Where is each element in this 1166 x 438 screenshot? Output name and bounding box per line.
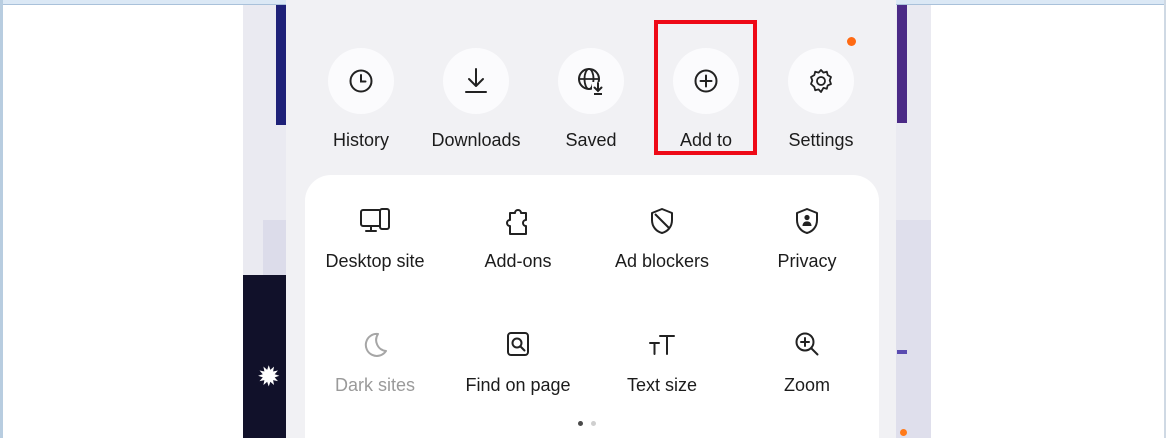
zoom-button[interactable]: Zoom (737, 327, 877, 396)
tools-card: Desktop site Add-ons Ad blockers Privacy… (305, 175, 879, 438)
settings-button[interactable]: Settings (761, 48, 881, 151)
zoom-label: Zoom (783, 375, 830, 395)
privacy-shield-icon (796, 208, 818, 234)
saved-button[interactable]: Saved (531, 48, 651, 151)
ad-blockers-label: Ad blockers (614, 251, 710, 271)
history-button[interactable]: History (301, 48, 421, 151)
settings-label: Settings (788, 130, 854, 150)
add-ons-label: Add-ons (484, 251, 552, 271)
gear-icon (810, 69, 832, 93)
saved-globe-icon (578, 68, 604, 95)
page-dot-active[interactable] (578, 421, 583, 426)
ad-blockers-button[interactable]: Ad blockers (592, 203, 732, 272)
desktop-icon (360, 208, 390, 232)
text-size-icon (649, 335, 675, 355)
background-dark-shape (243, 275, 291, 438)
history-label: History (332, 130, 389, 150)
page-dot[interactable] (591, 421, 596, 426)
background-gear-icon: ✹ (257, 361, 281, 392)
page-indicator (578, 421, 596, 426)
highlight-box (654, 20, 757, 155)
privacy-label: Privacy (777, 251, 837, 271)
moon-icon (364, 332, 387, 357)
dark-sites-button[interactable]: Dark sites (305, 327, 445, 396)
dark-sites-label: Dark sites (334, 375, 415, 395)
downloads-icon-circle (443, 48, 509, 114)
text-size-label: Text size (626, 375, 698, 395)
shield-block-icon (651, 208, 673, 234)
saved-label: Saved (565, 130, 617, 150)
privacy-button[interactable]: Privacy (737, 203, 877, 272)
desktop-site-button[interactable]: Desktop site (305, 203, 445, 272)
settings-icon-circle (788, 48, 854, 114)
saved-icon-circle (558, 48, 624, 114)
zoom-in-icon (795, 332, 819, 356)
background-orange-dot (900, 429, 907, 436)
downloads-button[interactable]: Downloads (416, 48, 536, 151)
desktop-site-label: Desktop site (325, 251, 425, 271)
download-icon (465, 68, 487, 93)
clock-icon (349, 69, 373, 93)
background-purple-bar (897, 5, 907, 123)
text-size-button[interactable]: Text size (592, 327, 732, 396)
downloads-label: Downloads (431, 130, 521, 150)
add-ons-button[interactable]: Add-ons (448, 203, 588, 272)
history-icon-circle (328, 48, 394, 114)
settings-notification-dot (847, 37, 856, 46)
background-stripe (897, 350, 907, 354)
quick-actions-row: History Downloads Saved Add to Settings (286, 0, 896, 160)
puzzle-icon (506, 209, 527, 235)
window-left-border (0, 0, 3, 438)
find-on-page-button[interactable]: Find on page (448, 327, 588, 396)
find-page-icon (507, 332, 529, 356)
find-on-page-label: Find on page (465, 375, 571, 395)
